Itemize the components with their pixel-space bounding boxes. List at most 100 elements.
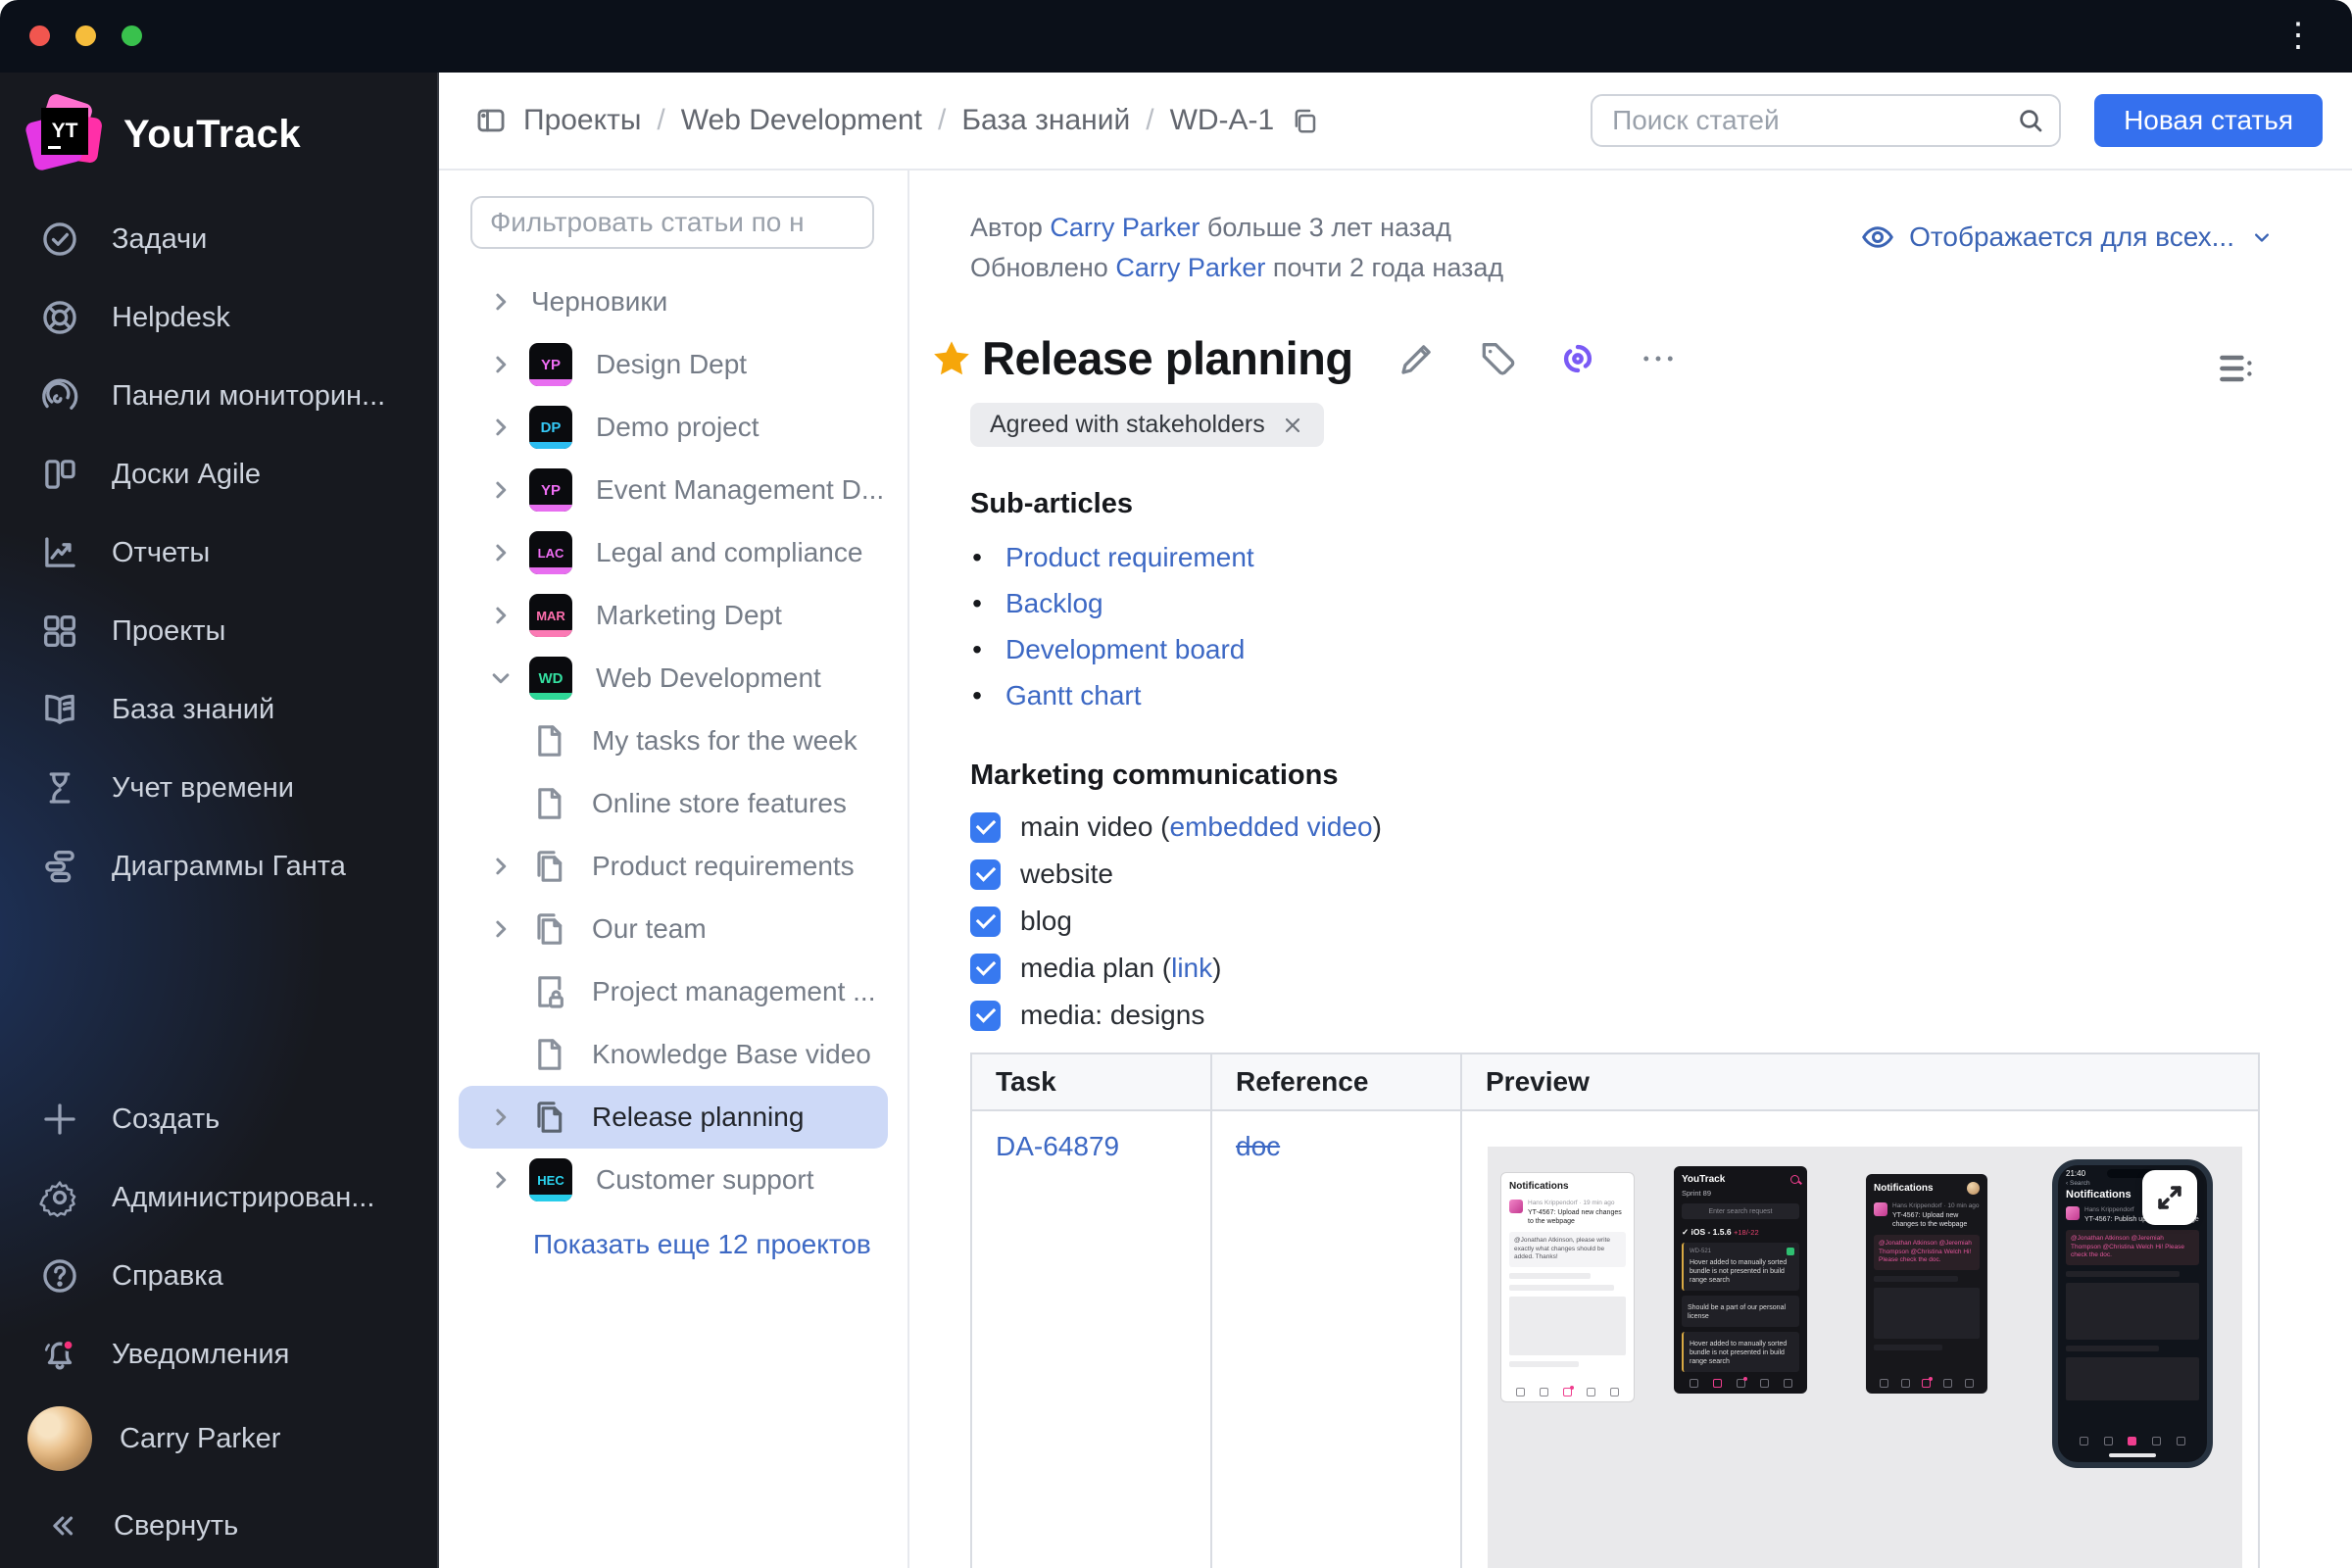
breadcrumb-article-id[interactable]: WD-A-1	[1170, 104, 1275, 137]
show-more-projects-link[interactable]: Показать еще 12 проектов	[439, 1211, 907, 1260]
app-logo[interactable]: YT YouTrack	[0, 73, 437, 196]
checklist-item: main video (embedded video)	[970, 804, 2352, 851]
tree-item-product-requirements[interactable]: Product requirements	[439, 835, 907, 898]
reference-link[interactable]: doc	[1236, 1131, 1280, 1161]
chevron-right-icon[interactable]	[486, 1165, 515, 1195]
remove-tag-icon[interactable]	[1281, 414, 1304, 437]
sidebar-item-time-tracking[interactable]: Учет времени	[0, 749, 437, 827]
tasks-table: Task Reference Preview DA-64879 doc Noti…	[970, 1053, 2260, 1568]
tree-item-drafts[interactable]: Черновики	[439, 270, 907, 333]
sidebar-item-administration[interactable]: Администрирован...	[0, 1158, 437, 1237]
knowledge-base-icon	[45, 694, 74, 724]
window-menu-icon[interactable]: ⋮	[2281, 16, 2315, 55]
tree-item-design-dept[interactable]: YP Design Dept	[439, 333, 907, 396]
new-article-button[interactable]: Новая статья	[2094, 94, 2323, 147]
tree-item-customer-support[interactable]: HEC Customer support	[439, 1149, 907, 1211]
sidebar-item-projects[interactable]: Проекты	[0, 592, 437, 670]
chevron-right-icon[interactable]	[486, 1102, 515, 1132]
checkbox-checked[interactable]	[970, 1000, 1001, 1031]
more-actions-button[interactable]	[1638, 338, 1679, 379]
sidebar-item-help[interactable]: Справка	[0, 1237, 437, 1315]
sidebar-nav: Задачи Helpdesk Панели мониторин... Доск…	[0, 196, 437, 906]
project-avatar: LAC	[529, 531, 572, 574]
sub-article-link[interactable]: Backlog	[1005, 580, 1103, 626]
tree-item-our-team[interactable]: Our team	[439, 898, 907, 960]
checkbox-checked[interactable]	[970, 906, 1001, 937]
chevron-right-icon[interactable]	[486, 538, 515, 567]
ai-assistant-button[interactable]	[1557, 338, 1598, 379]
sub-article-link[interactable]: Gantt chart	[1005, 672, 1142, 718]
edit-article-button[interactable]	[1396, 338, 1438, 379]
sidebar: YT YouTrack Задачи Helpdesk Панели монит…	[0, 73, 439, 1568]
favorite-star-icon[interactable]	[929, 336, 974, 381]
sidebar-item-dashboards[interactable]: Панели мониторин...	[0, 357, 437, 435]
tree-item-marketing-dept[interactable]: MAR Marketing Dept	[439, 584, 907, 647]
tree-item-knowledge-base-video[interactable]: Knowledge Base video	[439, 1023, 907, 1086]
article-title-row: Release planning	[929, 331, 2352, 385]
list-item: • Development board	[970, 626, 2352, 672]
chevron-right-icon[interactable]	[486, 287, 515, 317]
ellipsis-icon	[1642, 356, 1673, 361]
tree-item-release-planning[interactable]: Release planning	[459, 1086, 888, 1149]
chevron-right-icon[interactable]	[486, 475, 515, 505]
tree-item-event-management[interactable]: YP Event Management D...	[439, 459, 907, 521]
sub-article-link[interactable]: Product requirement	[1005, 534, 1254, 580]
sidebar-item-reports[interactable]: Отчеты	[0, 514, 437, 592]
articles-stack-icon	[537, 851, 563, 882]
minimize-window-button[interactable]	[75, 25, 96, 46]
chevron-right-icon[interactable]	[486, 852, 515, 881]
chevron-right-icon[interactable]	[486, 350, 515, 379]
collapse-sidebar-button[interactable]: Свернуть	[0, 1484, 437, 1568]
sidebar-item-issues[interactable]: Задачи	[0, 200, 437, 278]
tree-item-legal-and-compliance[interactable]: LAC Legal and compliance	[439, 521, 907, 584]
visibility-selector[interactable]: Отображается для всех...	[1860, 220, 2276, 255]
sidebar-item-notifications[interactable]: Уведомления	[0, 1315, 437, 1394]
checkbox-checked[interactable]	[970, 858, 1001, 890]
chevron-right-icon[interactable]	[486, 914, 515, 944]
tasks-icon	[43, 222, 76, 256]
sidebar-item-gantt-charts[interactable]: Диаграммы Ганта	[0, 827, 437, 906]
sidebar-item-agile-boards[interactable]: Доски Agile	[0, 435, 437, 514]
checkbox-checked[interactable]	[970, 953, 1001, 984]
chevron-down-icon[interactable]	[486, 663, 515, 693]
tree-item-my-tasks[interactable]: My tasks for the week	[439, 710, 907, 772]
task-link[interactable]: DA-64879	[996, 1131, 1119, 1161]
breadcrumb-project[interactable]: Web Development	[681, 104, 922, 137]
preview-image[interactable]: Notifications Hans Krippendorf · 19 min …	[1488, 1147, 2242, 1568]
expand-image-button[interactable]	[2142, 1170, 2197, 1225]
table-of-contents-button[interactable]	[2215, 347, 2258, 390]
filter-articles-input[interactable]	[470, 196, 874, 249]
sub-article-link[interactable]: Development board	[1005, 626, 1245, 672]
close-window-button[interactable]	[29, 25, 50, 46]
chevron-right-icon[interactable]	[486, 413, 515, 442]
embedded-video-link[interactable]: embedded video	[1170, 811, 1373, 842]
tree-item-online-store-features[interactable]: Online store features	[439, 772, 907, 835]
tags-button[interactable]	[1477, 338, 1518, 379]
sidebar-item-knowledge-base[interactable]: База знаний	[0, 670, 437, 749]
tree-item-demo-project[interactable]: DP Demo project	[439, 396, 907, 459]
sidebar-item-helpdesk[interactable]: Helpdesk	[0, 278, 437, 357]
chevron-right-icon[interactable]	[486, 601, 515, 630]
tree-item-project-management[interactable]: Project management ...	[439, 960, 907, 1023]
phone-mockup-1: Notifications Hans Krippendorf · 19 min …	[1500, 1172, 1635, 1402]
breadcrumb-knowledge-base[interactable]: База знаний	[961, 104, 1130, 137]
list-item: • Backlog	[970, 580, 2352, 626]
tag-chip[interactable]: Agreed with stakeholders	[970, 403, 1324, 447]
search-icon[interactable]	[2016, 106, 2045, 135]
user-menu[interactable]: Carry Parker	[0, 1394, 437, 1484]
sidebar-item-create[interactable]: Создать	[0, 1080, 437, 1158]
checkbox-checked[interactable]	[970, 811, 1001, 843]
breadcrumb-projects[interactable]: Проекты	[523, 104, 641, 137]
project-avatar: YP	[529, 468, 572, 512]
zoom-window-button[interactable]	[122, 25, 142, 46]
tree-item-web-development[interactable]: WD Web Development	[439, 647, 907, 710]
copy-icon[interactable]	[1290, 106, 1319, 135]
media-plan-link[interactable]: link	[1171, 953, 1212, 983]
panel-toggle-icon[interactable]	[474, 104, 508, 137]
window-title-bar: ⋮	[0, 0, 2352, 73]
author-link[interactable]: Carry Parker	[1050, 213, 1200, 242]
search-input[interactable]	[1591, 94, 2062, 147]
updater-link[interactable]: Carry Parker	[1115, 253, 1265, 282]
agile-boards-icon	[45, 460, 75, 489]
project-avatar: YP	[529, 343, 572, 386]
